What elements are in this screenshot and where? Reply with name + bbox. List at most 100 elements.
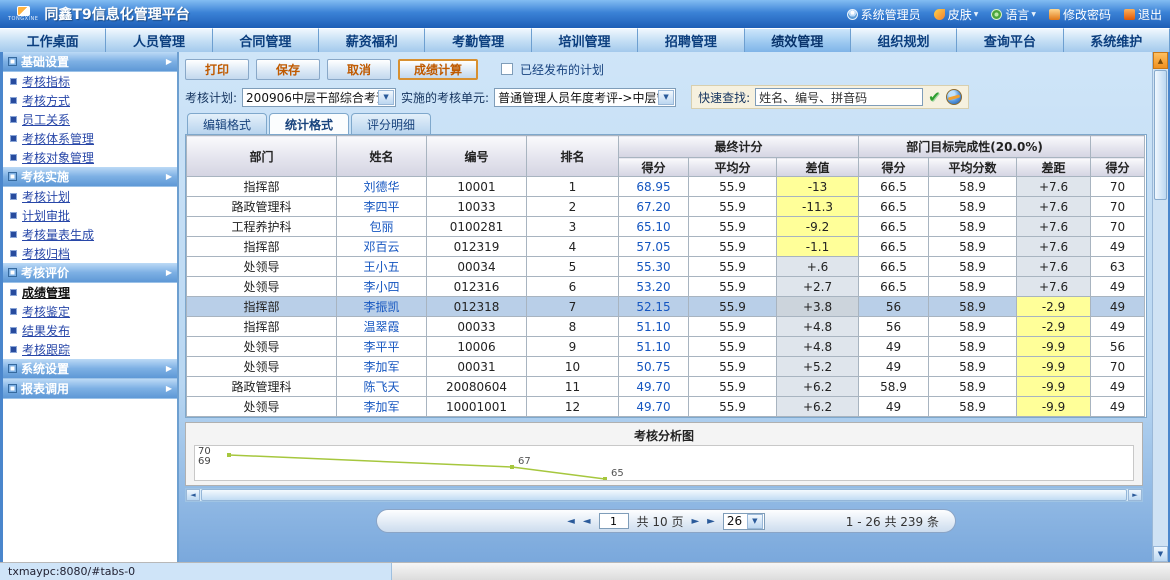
first-page-button[interactable]: ◄ bbox=[567, 516, 575, 527]
menu-tab-5[interactable]: 考勤管理 bbox=[425, 28, 531, 52]
vscrollbar-thumb[interactable] bbox=[1154, 70, 1167, 200]
name-link[interactable]: 刘德华 bbox=[337, 177, 427, 197]
sidebar-group-1[interactable]: 基础设置▶ bbox=[3, 52, 177, 72]
sidebar-item-3-1[interactable]: 成绩管理 bbox=[3, 283, 177, 302]
col-dept[interactable]: 部门 bbox=[187, 136, 337, 177]
sidebar-group-3[interactable]: 考核评价▶ bbox=[3, 263, 177, 283]
table-row[interactable]: 处领导李小四012316653.2055.9+2.766.558.9+7.649 bbox=[187, 277, 1145, 297]
col-dept-score[interactable]: 得分 bbox=[859, 158, 929, 177]
vscrollbar-track[interactable] bbox=[1153, 201, 1168, 546]
table-row[interactable]: 指挥部刘德华10001168.9555.9-1366.558.9+7.670 bbox=[187, 177, 1145, 197]
search-globe-icon[interactable] bbox=[946, 89, 962, 105]
col-final-diff[interactable]: 差值 bbox=[777, 158, 859, 177]
name-link[interactable]: 李振凯 bbox=[337, 297, 427, 317]
table-row[interactable]: 处领导李平平10006951.1055.9+4.84958.9-9.956 bbox=[187, 337, 1145, 357]
name-link[interactable]: 陈飞天 bbox=[337, 377, 427, 397]
scroll-left-button[interactable]: ◄ bbox=[186, 489, 200, 501]
menu-tab-7[interactable]: 招聘管理 bbox=[638, 28, 744, 52]
menu-tab-4[interactable]: 薪资福利 bbox=[319, 28, 425, 52]
chevron-down-icon[interactable]: ▼ bbox=[747, 514, 763, 529]
print-button[interactable]: 打印 bbox=[185, 59, 249, 80]
menu-tab-3[interactable]: 合同管理 bbox=[213, 28, 319, 52]
sidebar-item-1-4[interactable]: 考核体系管理 bbox=[3, 129, 177, 148]
name-link[interactable]: 李四平 bbox=[337, 197, 427, 217]
logout-button[interactable]: 退出 bbox=[1124, 6, 1162, 23]
name-link[interactable]: 包丽 bbox=[337, 217, 427, 237]
table-row[interactable]: 处领导王小五00034555.3055.9+.666.558.9+7.663 bbox=[187, 257, 1145, 277]
sidebar-group-4[interactable]: 系统设置▶ bbox=[3, 359, 177, 379]
scroll-right-button[interactable]: ► bbox=[1128, 489, 1142, 501]
final-score-cell[interactable]: 51.10 bbox=[619, 317, 689, 337]
last-page-button[interactable]: ► bbox=[707, 516, 715, 527]
page-number-input[interactable] bbox=[599, 513, 629, 529]
page-size-select[interactable]: 26 ▼ bbox=[723, 513, 765, 530]
sidebar-item-2-3[interactable]: 考核量表生成 bbox=[3, 225, 177, 244]
table-row[interactable]: 指挥部温翠霞00033851.1055.9+4.85658.9-2.949 bbox=[187, 317, 1145, 337]
name-link[interactable]: 王小五 bbox=[337, 257, 427, 277]
search-input[interactable] bbox=[755, 88, 923, 106]
calculate-score-button[interactable]: 成绩计算 bbox=[398, 59, 478, 80]
menu-tab-8[interactable]: 绩效管理 bbox=[745, 28, 851, 52]
sidebar-item-1-5[interactable]: 考核对象管理 bbox=[3, 148, 177, 167]
view-tab-2[interactable]: 统计格式 bbox=[269, 113, 349, 134]
sidebar-item-2-2[interactable]: 计划审批 bbox=[3, 206, 177, 225]
table-row[interactable]: 处领导李加军100010011249.7055.9+6.24958.9-9.94… bbox=[187, 397, 1145, 417]
hscrollbar-thumb[interactable] bbox=[201, 489, 1127, 501]
table-row[interactable]: 路政管理科陈飞天200806041149.7055.9+6.258.958.9-… bbox=[187, 377, 1145, 397]
final-score-cell[interactable]: 65.10 bbox=[619, 217, 689, 237]
name-link[interactable]: 李小四 bbox=[337, 277, 427, 297]
plan-select[interactable]: 200906中层干部综合考评 ▼ bbox=[242, 88, 396, 107]
final-score-cell[interactable]: 57.05 bbox=[619, 237, 689, 257]
sidebar-item-1-1[interactable]: 考核指标 bbox=[3, 72, 177, 91]
final-score-cell[interactable]: 55.30 bbox=[619, 257, 689, 277]
next-page-button[interactable]: ► bbox=[691, 516, 699, 527]
col-name[interactable]: 姓名 bbox=[337, 136, 427, 177]
menu-tab-6[interactable]: 培训管理 bbox=[532, 28, 638, 52]
sidebar-item-3-4[interactable]: 考核跟踪 bbox=[3, 340, 177, 359]
published-plans-checkbox[interactable] bbox=[501, 63, 513, 75]
final-score-cell[interactable]: 68.95 bbox=[619, 177, 689, 197]
scroll-up-button[interactable]: ▲ bbox=[1153, 52, 1168, 69]
change-password-button[interactable]: 修改密码 bbox=[1049, 6, 1111, 23]
name-link[interactable]: 李加军 bbox=[337, 357, 427, 377]
table-row[interactable]: 工程养护科包丽0100281365.1055.9-9.266.558.9+7.6… bbox=[187, 217, 1145, 237]
table-row[interactable]: 指挥部李振凯012318752.1555.9+3.85658.9-2.949 bbox=[187, 297, 1145, 317]
save-button[interactable]: 保存 bbox=[256, 59, 320, 80]
name-link[interactable]: 李加军 bbox=[337, 397, 427, 417]
menu-tab-9[interactable]: 组织规划 bbox=[851, 28, 957, 52]
final-score-cell[interactable]: 53.20 bbox=[619, 277, 689, 297]
sidebar-item-3-2[interactable]: 考核鉴定 bbox=[3, 302, 177, 321]
language-menu-button[interactable]: 语言▼ bbox=[991, 6, 1036, 23]
prev-page-button[interactable]: ◄ bbox=[583, 516, 591, 527]
col-dept-avg[interactable]: 平均分数 bbox=[929, 158, 1017, 177]
menu-tab-2[interactable]: 人员管理 bbox=[106, 28, 212, 52]
confirm-check-icon[interactable]: ✔ bbox=[928, 88, 941, 106]
cancel-button[interactable]: 取消 bbox=[327, 59, 391, 80]
final-score-cell[interactable]: 49.70 bbox=[619, 377, 689, 397]
name-link[interactable]: 邓百云 bbox=[337, 237, 427, 257]
final-score-cell[interactable]: 50.75 bbox=[619, 357, 689, 377]
menu-tab-11[interactable]: 系统维护 bbox=[1064, 28, 1170, 52]
final-score-cell[interactable]: 67.20 bbox=[619, 197, 689, 217]
col-final-score[interactable]: 得分 bbox=[619, 158, 689, 177]
col-rank[interactable]: 排名 bbox=[527, 136, 619, 177]
final-score-cell[interactable]: 49.70 bbox=[619, 397, 689, 417]
menu-tab-10[interactable]: 查询平台 bbox=[957, 28, 1063, 52]
unit-select[interactable]: 普通管理人员年度考评->中层管理人 ▼ bbox=[494, 88, 676, 107]
col-extra-score[interactable]: 得分 bbox=[1091, 158, 1145, 177]
view-tab-1[interactable]: 编辑格式 bbox=[187, 113, 267, 134]
sidebar-item-1-3[interactable]: 员工关系 bbox=[3, 110, 177, 129]
name-link[interactable]: 李平平 bbox=[337, 337, 427, 357]
vertical-scrollbar[interactable]: ▲ ▼ bbox=[1152, 52, 1168, 562]
final-score-cell[interactable]: 51.10 bbox=[619, 337, 689, 357]
scroll-down-button[interactable]: ▼ bbox=[1153, 546, 1168, 562]
view-tab-3[interactable]: 评分明细 bbox=[351, 113, 431, 134]
col-id[interactable]: 编号 bbox=[427, 136, 527, 177]
sidebar-item-2-1[interactable]: 考核计划 bbox=[3, 187, 177, 206]
horizontal-scrollbar[interactable]: ◄ ► bbox=[185, 488, 1143, 502]
table-row[interactable]: 路政管理科李四平10033267.2055.9-11.366.558.9+7.6… bbox=[187, 197, 1145, 217]
sidebar-item-3-3[interactable]: 结果发布 bbox=[3, 321, 177, 340]
sidebar-group-5[interactable]: 报表调用▶ bbox=[3, 379, 177, 399]
sidebar-item-2-4[interactable]: 考核归档 bbox=[3, 244, 177, 263]
table-row[interactable]: 处领导李加军000311050.7555.9+5.24958.9-9.970 bbox=[187, 357, 1145, 377]
